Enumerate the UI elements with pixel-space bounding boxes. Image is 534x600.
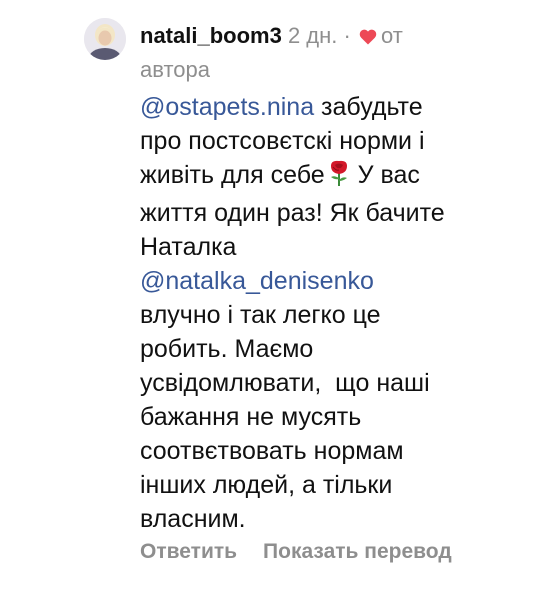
comment-line: про постсовєтскі норми і bbox=[140, 127, 425, 155]
heart-icon bbox=[359, 22, 377, 54]
comment-text: У вас bbox=[350, 161, 420, 189]
liked-by-author: автора bbox=[140, 57, 210, 82]
comment-line: усвідомлювати, що наші bbox=[140, 369, 430, 397]
comment-text: забудьте bbox=[314, 93, 423, 121]
comment-line: життя один раз! Як бачите bbox=[140, 199, 445, 227]
comment: natali_boom3 2 дн. · от автора @ostapets.… bbox=[0, 0, 534, 600]
liked-by-prefix: от bbox=[380, 23, 403, 48]
user-avatar[interactable] bbox=[84, 18, 126, 60]
comment-actions: Ответить Показать перевод bbox=[140, 538, 452, 566]
mention-link-ostapets[interactable]: @ostapets.nina bbox=[140, 93, 314, 121]
comment-header: natali_boom3 2 дн. · от автора bbox=[140, 20, 520, 86]
comment-line: живіть для себе У вас bbox=[140, 158, 520, 196]
username-link[interactable]: natali_boom3 bbox=[140, 23, 282, 48]
comment-line: інших людей, а тільки bbox=[140, 471, 393, 499]
comment-body: @ostapets.nina забудьте про постсовєтскі… bbox=[140, 90, 520, 536]
show-translation-button[interactable]: Показать перевод bbox=[263, 540, 452, 563]
comment-line: @natalka_denisenko bbox=[140, 264, 520, 298]
comment-line: соотвєтвовать нормам bbox=[140, 437, 404, 465]
meta-separator: · bbox=[343, 23, 351, 48]
comment-line: робить. Маємо bbox=[140, 335, 314, 363]
rose-icon bbox=[327, 159, 351, 196]
comment-line: власним. bbox=[140, 505, 246, 533]
mention-link-natalka[interactable]: @natalka_denisenko bbox=[140, 267, 374, 295]
reply-button[interactable]: Ответить bbox=[140, 540, 237, 563]
comment-line: бажання не мусять bbox=[140, 403, 362, 431]
comment-line: @ostapets.nina забудьте bbox=[140, 90, 520, 124]
comment-line: Наталка bbox=[140, 233, 237, 261]
comment-line: влучно і так легко це bbox=[140, 301, 381, 329]
comment-text: живіть для себе bbox=[140, 161, 325, 189]
time-ago: 2 дн. bbox=[287, 23, 338, 48]
avatar-image bbox=[84, 18, 126, 60]
